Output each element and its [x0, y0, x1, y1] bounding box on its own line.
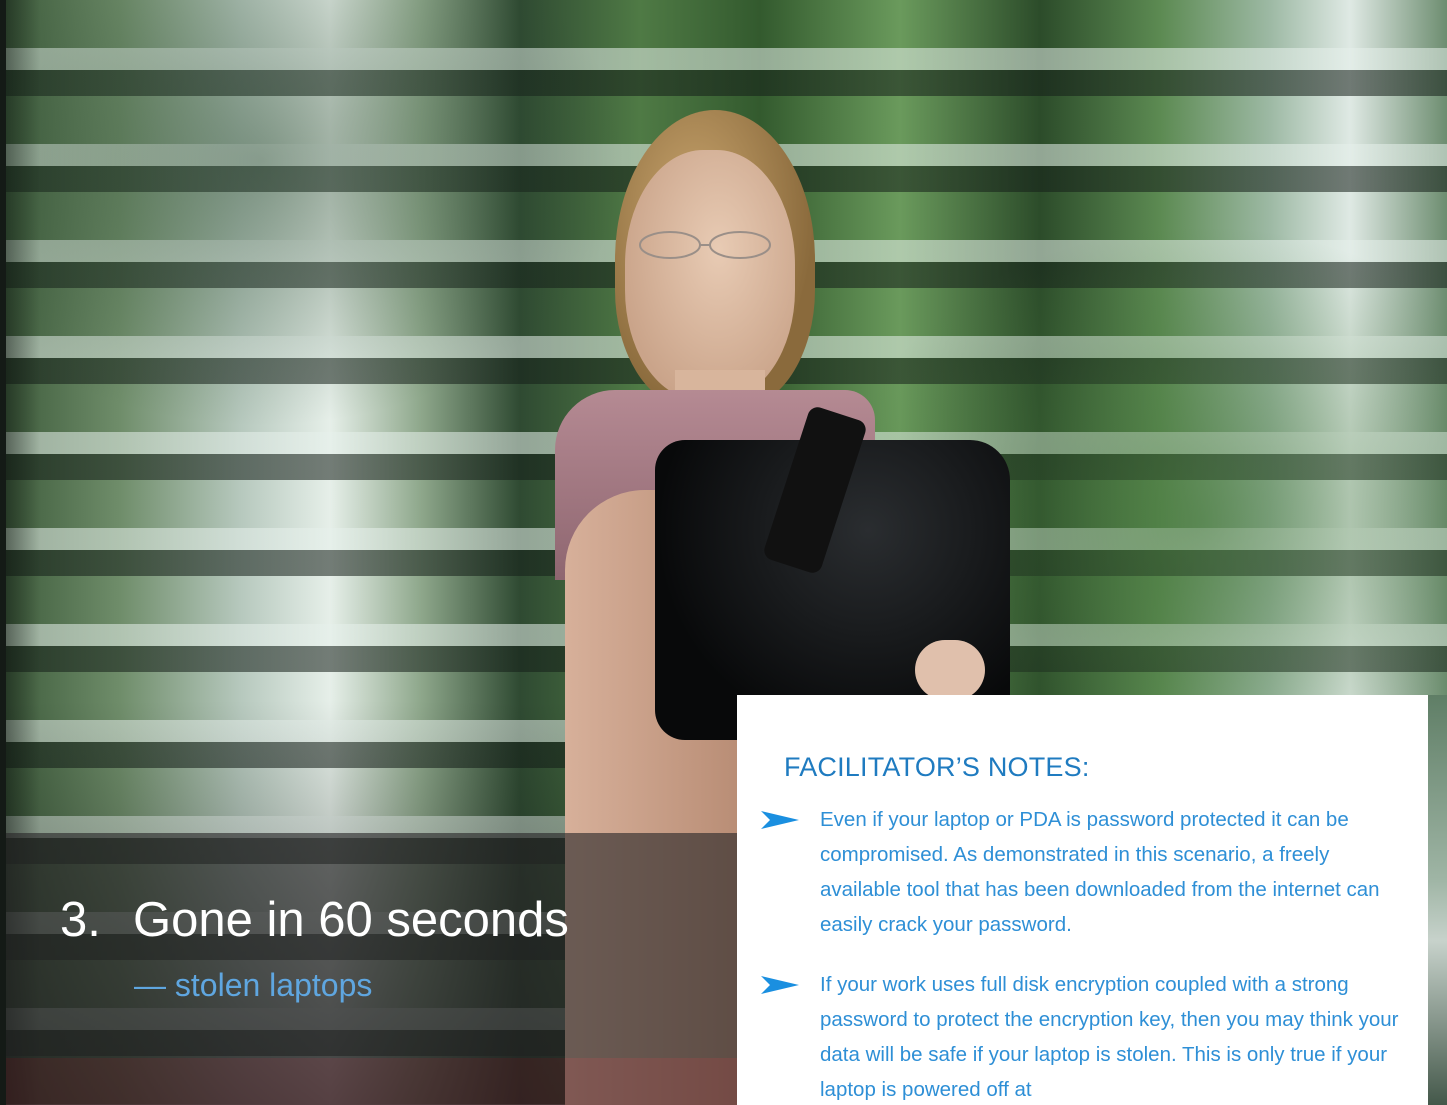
- slide-title-text: Gone in 60 seconds: [133, 893, 569, 947]
- right-photo-strip: [1428, 695, 1447, 1105]
- slide-page: 3. Gone in 60 seconds — stolen laptops FA…: [0, 0, 1447, 1105]
- slide-subtitle: — stolen laptops: [134, 967, 373, 1003]
- figure-hand: [915, 640, 985, 700]
- arrowhead-bullet-icon: [761, 811, 799, 829]
- bottom-band: [6, 1058, 766, 1105]
- arrowhead-bullet-icon: [761, 976, 799, 994]
- slide-title: 3. Gone in 60 seconds: [60, 891, 569, 949]
- note-item-text: Even if your laptop or PDA is password p…: [820, 808, 1380, 936]
- slide-title-number: 3.: [60, 893, 101, 947]
- glasses-icon: [639, 231, 771, 259]
- notes-heading: FACILITATOR’S NOTES:: [784, 752, 1090, 782]
- note-item-text: If your work uses full disk encryption c…: [820, 973, 1399, 1101]
- facilitator-notes-panel: FACILITATOR’S NOTES: Even if your laptop…: [737, 695, 1428, 1105]
- figure-face: [625, 150, 795, 400]
